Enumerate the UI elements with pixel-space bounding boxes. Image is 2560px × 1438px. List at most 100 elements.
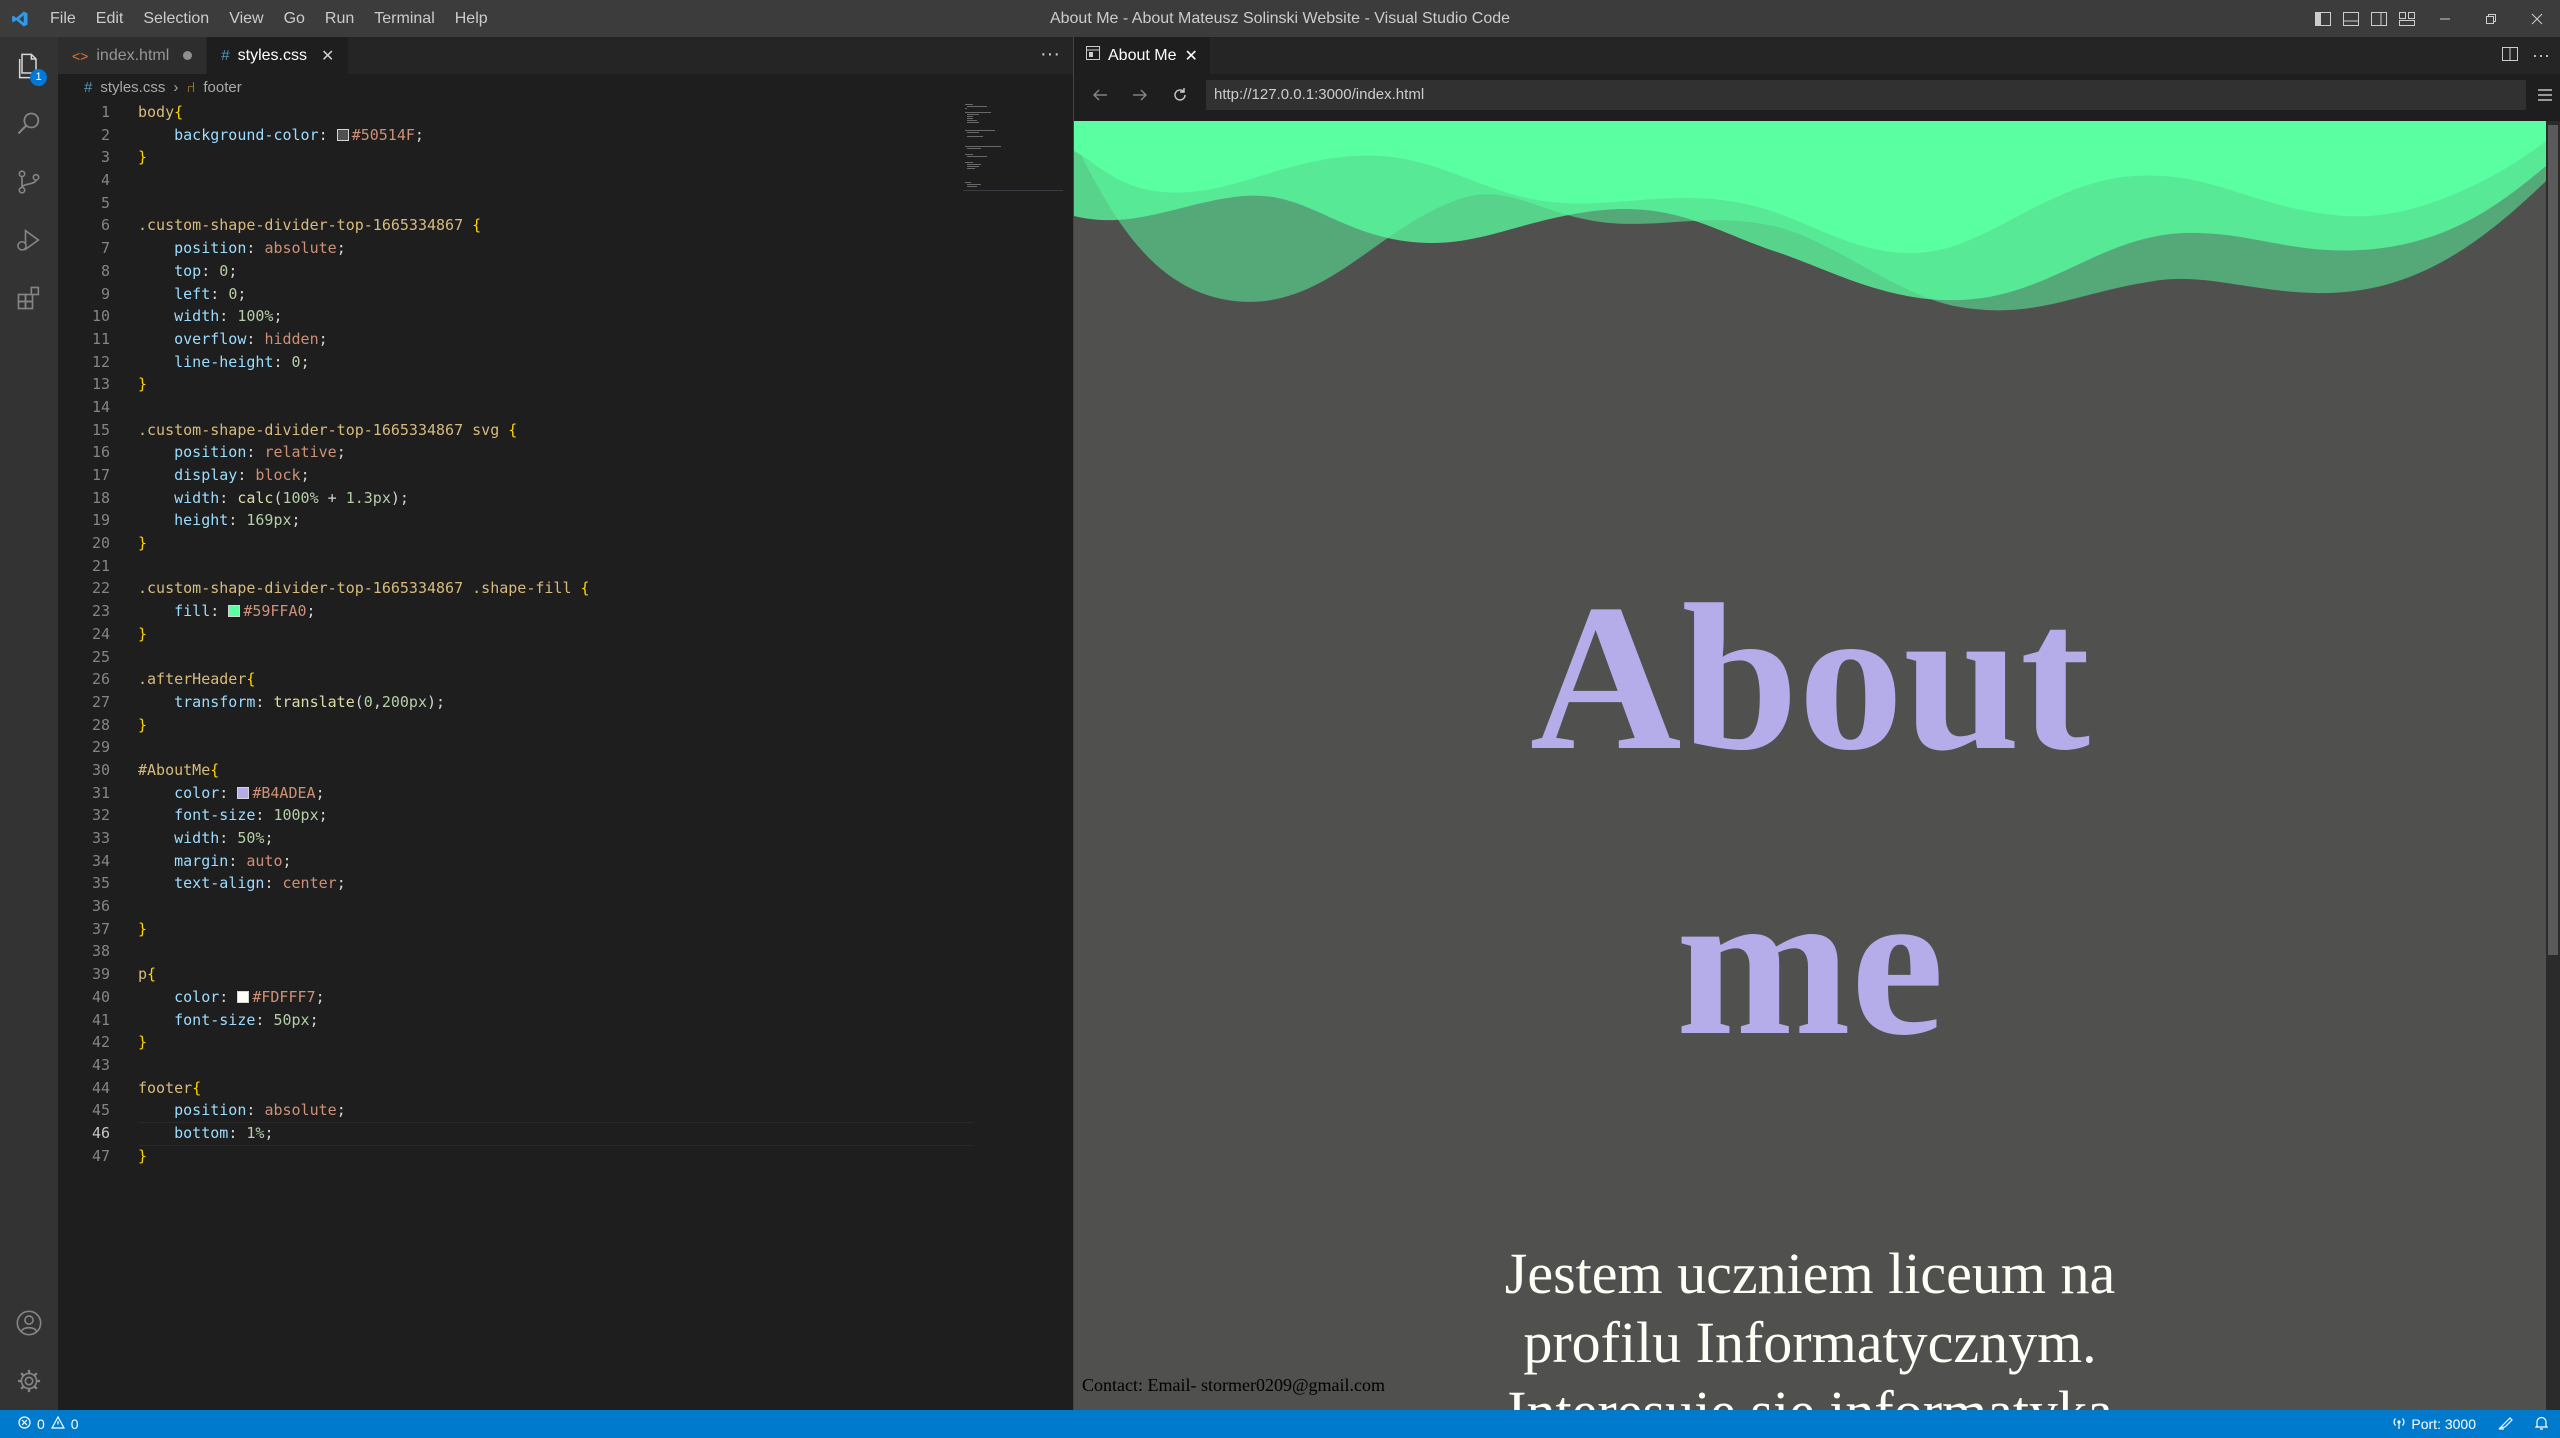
color-swatch[interactable] xyxy=(237,990,250,1003)
code-line[interactable]: 2 background-color: #50514F; xyxy=(58,124,1074,147)
back-arrow-icon[interactable] xyxy=(1082,77,1118,113)
code-line[interactable]: 1 body{ xyxy=(58,101,1074,124)
more-actions-icon[interactable]: ··· xyxy=(2532,45,2550,66)
port-indicator[interactable]: Port: 3000 xyxy=(2392,1416,2476,1433)
close-tab-icon[interactable]: ✕ xyxy=(1184,46,1197,66)
code-line[interactable]: 29 xyxy=(58,736,1074,759)
code-line[interactable]: 25 xyxy=(58,646,1074,669)
code-line[interactable]: 4 xyxy=(58,169,1074,192)
code-line[interactable]: 9 left: 0; xyxy=(58,283,1074,306)
code-line[interactable]: 32 font-size: 100px; xyxy=(58,804,1074,827)
color-swatch[interactable] xyxy=(228,605,241,618)
code-token: } xyxy=(138,1146,148,1165)
html-file-icon: <> xyxy=(72,47,89,64)
reload-icon[interactable] xyxy=(1162,77,1198,113)
code-line[interactable]: 13} xyxy=(58,373,1074,396)
problems-indicator[interactable]: 0 0 xyxy=(0,1415,79,1432)
code-line[interactable]: 26 .afterHeader{ xyxy=(58,668,1074,691)
settings-gear-icon[interactable] xyxy=(0,1352,58,1410)
customize-layout-icon[interactable] xyxy=(2394,0,2420,37)
extensions-icon[interactable] xyxy=(0,269,58,327)
toggle-primary-sidebar-icon[interactable] xyxy=(2310,0,2336,37)
breadcrumb-file[interactable]: styles.css xyxy=(100,79,165,96)
menu-item-edit[interactable]: Edit xyxy=(86,0,134,37)
search-icon[interactable] xyxy=(0,95,58,153)
menu-item-go[interactable]: Go xyxy=(274,0,315,37)
explorer-icon[interactable]: 1 xyxy=(0,37,58,95)
breadcrumb-symbol[interactable]: footer xyxy=(203,79,241,96)
code-line[interactable]: 10 width: 100%; xyxy=(58,305,1074,328)
code-line[interactable]: 46 bottom: 1%; xyxy=(58,1121,1074,1146)
code-line[interactable]: 42} xyxy=(58,1031,1074,1054)
code-line[interactable]: 37} xyxy=(58,918,1074,941)
accounts-icon[interactable] xyxy=(0,1294,58,1352)
tab-styles-css[interactable]: # styles.css ✕ xyxy=(207,37,350,74)
code-line[interactable]: 44 footer{ xyxy=(58,1077,1074,1100)
code-line[interactable]: 21 xyxy=(58,555,1074,578)
color-swatch[interactable] xyxy=(237,786,250,799)
more-actions-icon[interactable]: ··· xyxy=(1040,37,1060,74)
code-line[interactable]: 23 fill: #59FFA0; xyxy=(58,600,1074,623)
tab-index-html[interactable]: <> index.html xyxy=(58,37,208,74)
code-line[interactable]: 38 xyxy=(58,940,1074,963)
hamburger-menu-icon[interactable] xyxy=(2530,88,2560,101)
code-line[interactable]: 28} xyxy=(58,714,1074,737)
forward-arrow-icon[interactable] xyxy=(1122,77,1158,113)
scrollbar-thumb[interactable] xyxy=(2548,125,2558,955)
menu-item-view[interactable]: View xyxy=(219,0,273,37)
code-line[interactable]: 40 color: #FDFFF7; xyxy=(58,986,1074,1009)
notifications-bell-icon[interactable] xyxy=(2534,1416,2549,1433)
code-line[interactable]: 43 xyxy=(58,1054,1074,1077)
code-line[interactable]: 16 position: relative; xyxy=(58,441,1074,464)
color-swatch[interactable] xyxy=(336,128,349,141)
code-line[interactable]: 7 position: absolute; xyxy=(58,237,1074,260)
code-line[interactable]: 45 position: absolute; xyxy=(58,1099,1074,1122)
code-line[interactable]: 11 overflow: hidden; xyxy=(58,328,1074,351)
menu-item-help[interactable]: Help xyxy=(445,0,498,37)
code-line[interactable]: 27 transform: translate(0,200px); xyxy=(58,691,1074,714)
code-line[interactable]: 19 height: 169px; xyxy=(58,509,1074,532)
menu-item-file[interactable]: File xyxy=(40,0,86,37)
code-line[interactable]: 30 #AboutMe{ xyxy=(58,759,1074,782)
code-line[interactable]: 47} xyxy=(58,1145,1074,1168)
toggle-panel-icon[interactable] xyxy=(2338,0,2364,37)
url-input[interactable]: http://127.0.0.1:3000/index.html xyxy=(1206,79,2526,110)
code-editor[interactable]: 1 body{2 background-color: #50514F; 3} 4 5 6.… xyxy=(58,100,1074,1167)
feedback-icon[interactable] xyxy=(2498,1416,2513,1433)
tab-about-me[interactable]: About Me ✕ xyxy=(1074,37,1210,74)
code-line[interactable]: 20} xyxy=(58,532,1074,555)
restore-icon[interactable] xyxy=(2468,0,2514,37)
code-line[interactable]: 15 .custom-shape-divider-top-1665334867 s… xyxy=(58,419,1074,442)
code-line[interactable]: 6 .custom-shape-divider-top-1665334867 { xyxy=(58,214,1074,237)
minimap[interactable] xyxy=(963,102,1063,192)
close-window-icon[interactable] xyxy=(2514,0,2560,37)
toggle-secondary-sidebar-icon[interactable] xyxy=(2366,0,2392,37)
code-line[interactable]: 18 width: calc(100% + 1.3px); xyxy=(58,487,1074,510)
minimize-icon[interactable] xyxy=(2422,0,2468,37)
code-line[interactable]: 17 display: block; xyxy=(58,464,1074,487)
code-line[interactable]: 12 line-height: 0; xyxy=(58,351,1074,374)
code-line[interactable]: 31 color: #B4ADEA; xyxy=(58,782,1074,805)
code-line[interactable]: 35 text-align: center; xyxy=(58,872,1074,895)
code-line[interactable]: 5 xyxy=(58,192,1074,215)
source-control-icon[interactable] xyxy=(0,153,58,211)
code-line[interactable]: 41 font-size: 50px; xyxy=(58,1009,1074,1032)
code-line[interactable]: 39 p{ xyxy=(58,963,1074,986)
page-viewport[interactable]: About me Jestem uczniem liceum na profil… xyxy=(1074,121,2546,1410)
menu-item-terminal[interactable]: Terminal xyxy=(364,0,444,37)
split-editor-icon[interactable] xyxy=(2502,45,2519,66)
code-line[interactable]: 33 width: 50%; xyxy=(58,827,1074,850)
page-scrollbar[interactable] xyxy=(2546,121,2560,1410)
code-line[interactable]: 14 xyxy=(58,396,1074,419)
close-tab-icon[interactable]: ✕ xyxy=(321,46,334,66)
code-line[interactable]: 36 xyxy=(58,895,1074,918)
code-line[interactable]: 8 top: 0; xyxy=(58,260,1074,283)
code-token: 200px xyxy=(381,692,427,711)
code-line[interactable]: 22 .custom-shape-divider-top-1665334867 .… xyxy=(58,577,1074,600)
code-line[interactable]: 3} xyxy=(58,146,1074,169)
code-line[interactable]: 34 margin: auto; xyxy=(58,850,1074,873)
menu-item-run[interactable]: Run xyxy=(315,0,364,37)
run-debug-icon[interactable] xyxy=(0,211,58,269)
menu-item-selection[interactable]: Selection xyxy=(133,0,219,37)
code-line[interactable]: 24} xyxy=(58,623,1074,646)
